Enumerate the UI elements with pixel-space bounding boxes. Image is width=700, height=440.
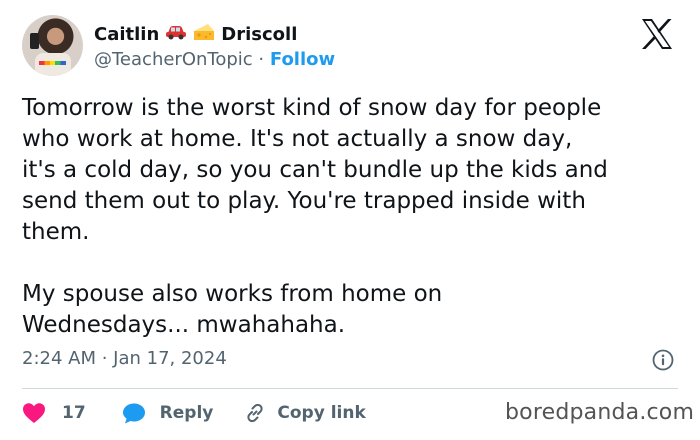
user-handle[interactable]: @TeacherOnTopic xyxy=(94,49,253,70)
tweet-line: My spouse also works from home on xyxy=(22,281,443,307)
avatar[interactable] xyxy=(22,15,83,76)
follow-button[interactable]: Follow xyxy=(270,49,335,70)
avatar-phone xyxy=(30,33,39,49)
divider xyxy=(22,388,678,389)
avatar-shirt-stripe xyxy=(39,61,66,65)
tweet-line: who work at home. It's not actually a sn… xyxy=(22,126,573,152)
heart-icon xyxy=(23,403,45,423)
car-emoji-icon xyxy=(165,24,187,44)
cheese-emoji-icon xyxy=(193,23,215,45)
display-name-first: Caitlin xyxy=(94,23,160,45)
like-button[interactable]: 17 xyxy=(22,402,86,424)
post-timestamp[interactable]: 2:24 AM · Jan 17, 2024 xyxy=(22,348,227,369)
watermark: boredpanda.com xyxy=(505,400,695,425)
reply-label: Reply xyxy=(159,403,214,423)
tweet-line: it's a cold day, so you can't bundle up … xyxy=(22,157,608,183)
display-name-last: Driscoll xyxy=(221,23,298,45)
copy-link-label: Copy link xyxy=(277,403,366,423)
x-logo-icon[interactable] xyxy=(640,18,674,50)
display-name[interactable]: Caitlin Driscoll xyxy=(94,22,297,46)
tweet-line: Tomorrow is the worst kind of snow day f… xyxy=(22,95,602,121)
action-bar: 17 Reply Copy link xyxy=(22,399,366,427)
handle-row: @TeacherOnTopic · Follow xyxy=(94,49,335,70)
reply-bubble-icon xyxy=(122,403,145,424)
tweet-line: Wednesdays... mwahahaha. xyxy=(22,312,346,338)
reply-button[interactable]: Reply xyxy=(122,402,214,424)
tweet-line: them. xyxy=(22,219,90,245)
like-count: 17 xyxy=(62,403,86,423)
tweet-line: send them out to play. You're trapped in… xyxy=(22,188,586,214)
info-icon[interactable] xyxy=(652,349,674,371)
tweet-card: Caitlin Driscoll @TeacherOnTopic · Follo… xyxy=(0,0,700,440)
link-icon xyxy=(247,403,263,423)
copy-link-button[interactable]: Copy link xyxy=(243,401,366,425)
handle-separator: · xyxy=(258,49,265,70)
tweet-text: Tomorrow is the worst kind of snow day f… xyxy=(22,93,687,341)
